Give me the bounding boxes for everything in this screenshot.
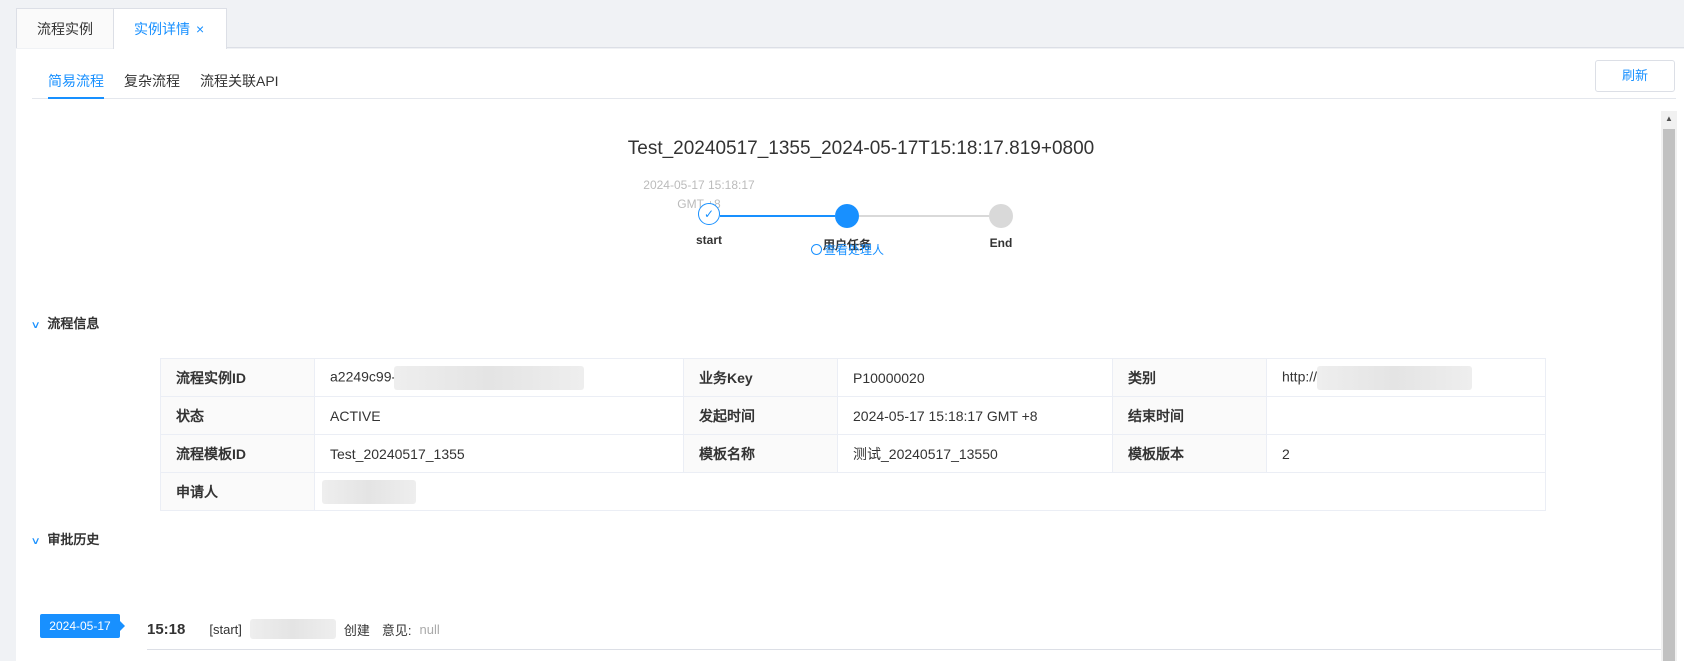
table-row: 流程实例ID a2249c99- 业务Key P10000020 类别 http… — [160, 358, 1546, 397]
status-label: 状态 — [160, 396, 315, 435]
history-time: 15:18 — [147, 620, 186, 638]
end-time-value — [1266, 396, 1546, 435]
applicant-value — [314, 472, 1546, 511]
category-text: http:// — [1282, 368, 1318, 385]
start-node-label: start — [695, 233, 722, 247]
history-date-tag: 2024-05-17 — [40, 614, 125, 638]
template-name-value: 测试_20240517_13550 — [837, 434, 1113, 473]
table-row: 状态 ACTIVE 发起时间 2024-05-17 15:18:17 GMT +… — [160, 396, 1546, 435]
redacted-block — [394, 365, 585, 390]
detail-panel: 简易流程 复杂流程 流程关联API 刷新 ▲ Test_20240517_135… — [16, 49, 1684, 661]
user-task-node[interactable] — [835, 204, 859, 228]
biz-key-value: P10000020 — [837, 358, 1113, 397]
history-action: 创建 — [343, 622, 370, 638]
search-icon — [811, 244, 822, 255]
end-node-label: End — [989, 236, 1013, 250]
history-divider — [147, 649, 1661, 650]
instance-id-text: a2249c99- — [330, 368, 397, 385]
category-label: 类别 — [1112, 358, 1267, 397]
template-name-label: 模板名称 — [683, 434, 838, 473]
template-id-value: Test_20240517_1355 — [314, 434, 684, 473]
chevron-down-icon: ∨ — [30, 536, 41, 547]
template-version-value: 2 — [1266, 434, 1546, 473]
vertical-scrollbar[interactable]: ▲ — [1661, 111, 1677, 661]
flow-connector-done — [720, 215, 835, 217]
instance-id-value: a2249c99- — [314, 358, 684, 397]
top-tab-bar: 流程实例 实例详情 × — [0, 0, 1684, 49]
redacted-block — [1317, 365, 1473, 390]
start-time-value: 2024-05-17 15:18:17 GMT +8 — [837, 396, 1113, 435]
history-entry: 15:18 [start] 创建 意见: null — [147, 619, 440, 639]
section-history-header[interactable]: ∨ 审批历史 — [30, 529, 100, 548]
end-time-label: 结束时间 — [1112, 396, 1267, 435]
section-title: 审批历史 — [47, 532, 100, 547]
close-icon[interactable]: × — [196, 21, 204, 37]
redacted-block — [249, 619, 336, 639]
table-row: 申请人 — [160, 472, 1546, 511]
history-opinion-label: 意见: — [381, 622, 412, 638]
history-opinion-value: null — [419, 621, 440, 637]
instance-id-label: 流程实例ID — [160, 358, 315, 397]
sub-tab-bar: 简易流程 复杂流程 流程关联API — [32, 61, 1676, 99]
history-node: [start] — [209, 621, 242, 637]
end-node — [989, 204, 1013, 228]
scroll-up-arrow-icon[interactable]: ▲ — [1661, 111, 1677, 127]
tab-bar-divider — [16, 47, 1684, 48]
tab-label: 流程实例 — [37, 21, 93, 37]
refresh-button[interactable]: 刷新 — [1595, 60, 1675, 92]
flow-connector-pending — [859, 215, 989, 217]
template-version-label: 模板版本 — [1112, 434, 1267, 473]
start-time-label: 发起时间 — [683, 396, 838, 435]
scroll-thumb[interactable] — [1663, 129, 1675, 661]
chevron-down-icon: ∨ — [30, 320, 41, 331]
view-handler-link[interactable]: 查看处理人 — [811, 241, 884, 258]
view-handler-label: 查看处理人 — [824, 243, 885, 257]
tab-instance-detail[interactable]: 实例详情 × — [113, 8, 227, 49]
tab-simple-flow[interactable]: 简易流程 — [48, 71, 104, 99]
biz-key-label: 业务Key — [683, 358, 838, 397]
section-title: 流程信息 — [47, 316, 100, 331]
applicant-label: 申请人 — [160, 472, 315, 511]
tab-complex-flow[interactable]: 复杂流程 — [124, 71, 180, 99]
status-value: ACTIVE — [314, 396, 684, 435]
tab-flow-api[interactable]: 流程关联API — [200, 71, 279, 99]
category-value: http:// — [1266, 358, 1546, 397]
tab-label: 实例详情 — [134, 21, 190, 37]
template-id-label: 流程模板ID — [160, 434, 315, 473]
flow-title: Test_20240517_1355_2024-05-17T15:18:17.8… — [627, 138, 1095, 159]
flow-info-table: 流程实例ID a2249c99- 业务Key P10000020 类别 http… — [160, 358, 1546, 511]
redacted-block — [322, 479, 416, 504]
start-node-check-icon: ✓ — [698, 203, 720, 225]
tab-process-instances[interactable]: 流程实例 — [16, 8, 114, 48]
section-flow-info-header[interactable]: ∨ 流程信息 — [30, 313, 100, 332]
table-row: 流程模板ID Test_20240517_1355 模板名称 测试_202405… — [160, 434, 1546, 473]
